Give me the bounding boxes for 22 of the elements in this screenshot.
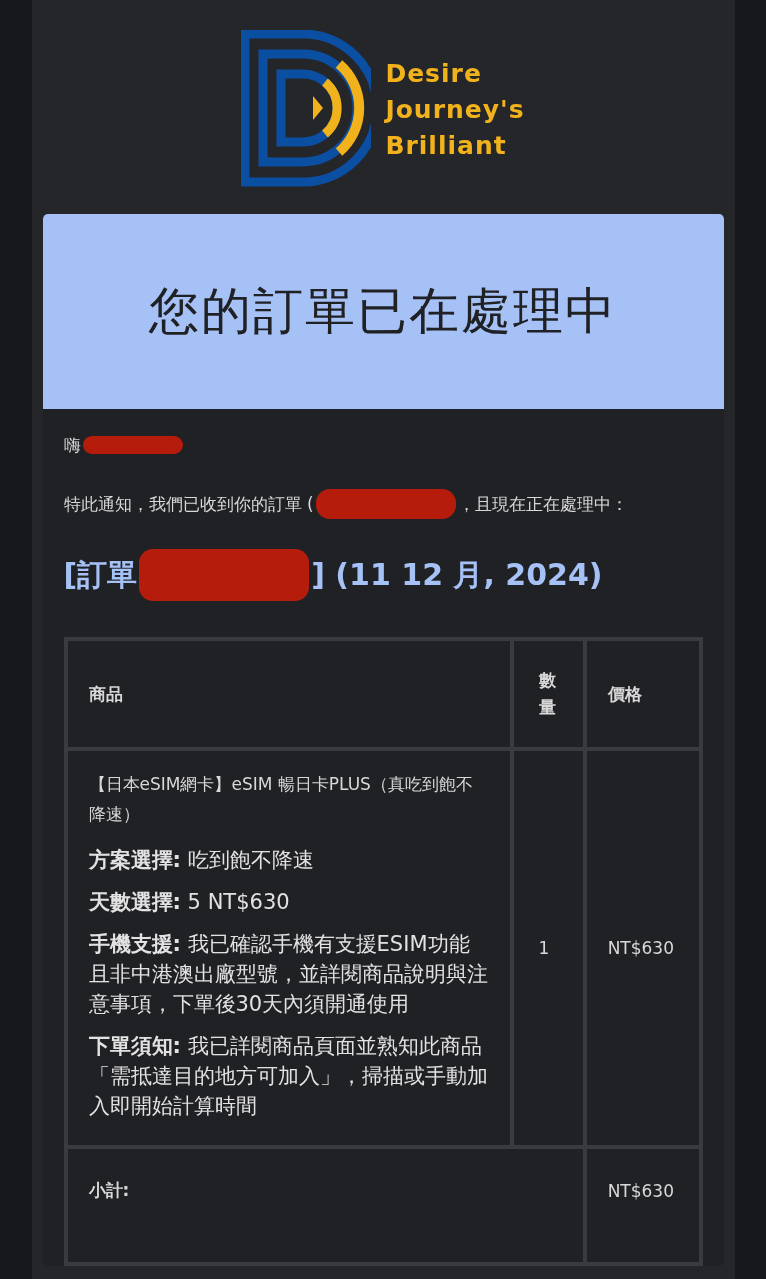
order-heading: ] (11 12 月, 2024) — [311, 555, 603, 594]
logo-text: Desire — [385, 58, 483, 90]
notice-text: 特此通知，我們已收到你的訂單 ( — [63, 492, 314, 516]
greeting-text: 嗨 — [63, 433, 81, 457]
total-label: 小計: — [67, 1149, 583, 1262]
column-header: 價格 — [586, 641, 699, 747]
product-option: 下單須知: 我已詳閱商品頁面並熟知此商品「需抵達目的地方可加入」，掃描或手動加入即開始計算時間 — [88, 1031, 489, 1121]
product-option: 方案選擇: 吃到飽不降速 — [88, 845, 489, 875]
column-header: 數量 — [513, 641, 583, 747]
product-option: 手機支援: 我已確認手機有支援ESIM功能且非中港澳出廠型號，並詳閱商品說明與注意事項，下單後30天內須開通使用 — [88, 929, 489, 1019]
product-name: 【日本eSIM網卡】eSIM 暢日卡PLUS（真吃到飽不降速） — [88, 773, 474, 826]
column-header: 商品 — [67, 641, 510, 747]
logo-text: Journey's — [385, 94, 525, 126]
price-cell: NT$630 — [586, 751, 699, 1145]
logo-icon — [241, 30, 372, 190]
total-value: NT$630 — [586, 1149, 699, 1262]
notice-text: ，且現在正在處理中： — [457, 492, 628, 516]
order-heading: [訂單 — [63, 555, 138, 594]
product-option: 天數選擇: 5 NT$630 — [88, 887, 489, 917]
banner-title: 您的訂單已在處理中 — [149, 281, 617, 342]
logo-text: Brilliant — [385, 130, 508, 162]
quantity-cell: 1 — [513, 751, 583, 1145]
